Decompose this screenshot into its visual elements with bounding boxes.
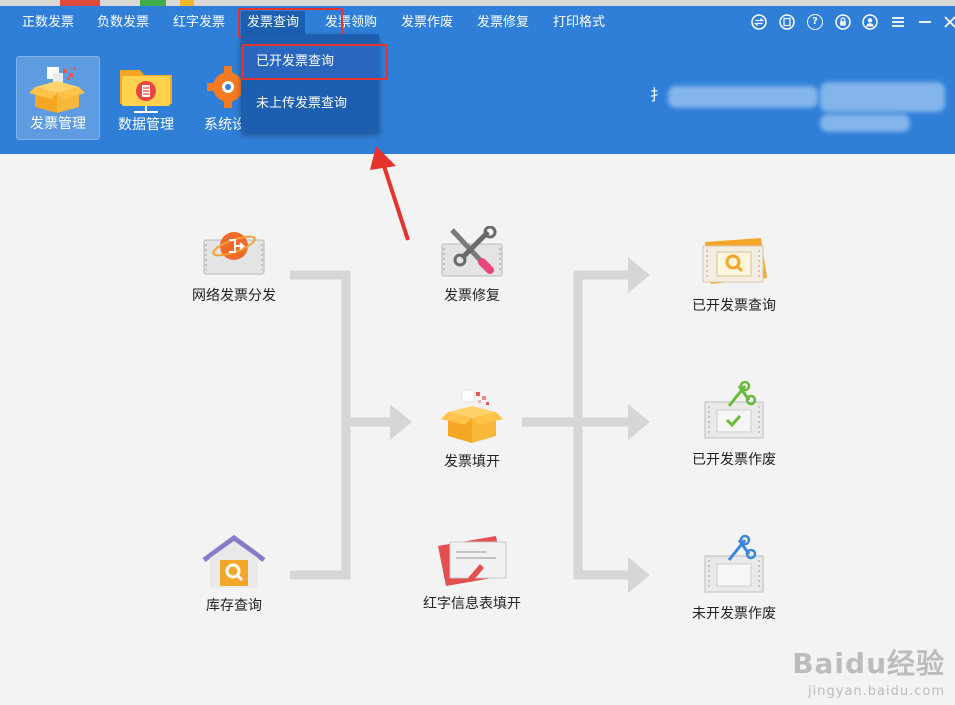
node-label: 网络发票分发 <box>192 288 276 304</box>
node-invoice-repair[interactable]: 发票修复 <box>412 226 532 306</box>
header-partial-text: 扌 <box>650 86 666 104</box>
watermark-url: jingyan.baidu.com <box>808 684 945 699</box>
node-label: 发票修复 <box>444 288 500 304</box>
help-icon[interactable]: ? <box>805 12 825 32</box>
toolbar-data-management[interactable]: 数据管理 <box>104 56 188 140</box>
node-unissued-invoice-void[interactable]: 未开发票作废 <box>674 534 794 624</box>
node-invoice-fill[interactable]: 发票填开 <box>412 388 532 472</box>
node-label: 已开发票作废 <box>692 452 776 468</box>
dropdown-unuploaded-invoice-query[interactable]: 未上传发票查询 <box>241 86 379 122</box>
window-controls: ? <box>745 12 955 34</box>
data-folder-icon <box>120 70 172 113</box>
main-flow-area: 网络发票分发 库存查询 发票修复 发票填开 红字信息表填开 已开发票查询 已开发… <box>0 154 955 705</box>
red-info-form-icon <box>438 536 507 586</box>
node-red-info-form[interactable]: 红字信息表填开 <box>418 532 526 614</box>
toolbar-system-settings[interactable]: 系统设 <box>192 56 248 140</box>
issued-invoice-search-icon <box>702 238 767 284</box>
watermark: Baidu经验 jingyan.baidu.com <box>765 642 945 699</box>
node-label: 发票填开 <box>444 454 500 470</box>
note-icon[interactable] <box>777 12 797 32</box>
redacted-text <box>668 86 818 108</box>
menu-red-invoice[interactable]: 红字发票 <box>173 11 225 35</box>
toolbar-label: 数据管理 <box>118 117 174 133</box>
minimize-icon[interactable] <box>915 12 935 32</box>
node-label: 未开发票作废 <box>692 606 776 622</box>
node-label: 库存查询 <box>206 598 262 614</box>
menu-invoice-query[interactable]: 发票查询 <box>241 11 306 35</box>
annotation-arrow <box>370 146 410 241</box>
menu-invoice-void[interactable]: 发票作废 <box>401 11 453 35</box>
node-inventory-query[interactable]: 库存查询 <box>174 534 294 616</box>
menu-icon[interactable] <box>888 12 908 32</box>
node-label: 已开发票查询 <box>692 298 776 314</box>
user-icon[interactable] <box>860 12 880 32</box>
menu-invoice-repair[interactable]: 发票修复 <box>477 11 529 35</box>
inventory-house-icon <box>202 534 266 588</box>
invoice-app-window: 正数发票 负数发票 红字发票 发票查询 发票领购 发票作废 发票修复 打印格式 … <box>0 0 955 705</box>
toolbar-label: 系统设 <box>204 117 246 133</box>
network-distribute-icon <box>203 232 265 275</box>
toolbar-invoice-management[interactable]: 发票管理 <box>16 56 100 140</box>
dropdown-issued-invoice-query[interactable]: 已开发票查询 <box>241 44 379 80</box>
unissued-invoice-void-icon <box>704 534 764 593</box>
toolbar-label: 发票管理 <box>30 116 86 132</box>
help-glyph: ? <box>807 14 823 30</box>
node-issued-invoice-query[interactable]: 已开发票查询 <box>674 234 794 316</box>
invoice-fill-box-icon <box>441 389 503 443</box>
menu-print-format[interactable]: 打印格式 <box>553 11 605 35</box>
menu-positive-invoice[interactable]: 正数发票 <box>22 11 74 35</box>
lock-icon[interactable] <box>833 12 853 32</box>
node-network-distribute[interactable]: 网络发票分发 <box>174 226 294 306</box>
invoice-box-icon <box>29 67 85 113</box>
menu-invoice-purchase[interactable]: 发票领购 <box>325 11 377 35</box>
header: 正数发票 负数发票 红字发票 发票查询 发票领购 发票作废 发票修复 打印格式 … <box>0 6 955 154</box>
issued-invoice-void-icon <box>704 380 764 439</box>
invoice-query-dropdown: 已开发票查询 未上传发票查询 <box>241 34 388 132</box>
redacted-text <box>820 114 910 132</box>
close-icon[interactable] <box>940 12 955 32</box>
redacted-text <box>820 82 945 112</box>
node-label: 红字信息表填开 <box>423 596 521 612</box>
watermark-brand: Baidu经验 <box>792 647 945 680</box>
repair-tools-icon <box>441 226 503 277</box>
swap-icon[interactable] <box>749 12 769 32</box>
menu-negative-invoice[interactable]: 负数发票 <box>97 11 149 35</box>
node-issued-invoice-void[interactable]: 已开发票作废 <box>674 380 794 470</box>
